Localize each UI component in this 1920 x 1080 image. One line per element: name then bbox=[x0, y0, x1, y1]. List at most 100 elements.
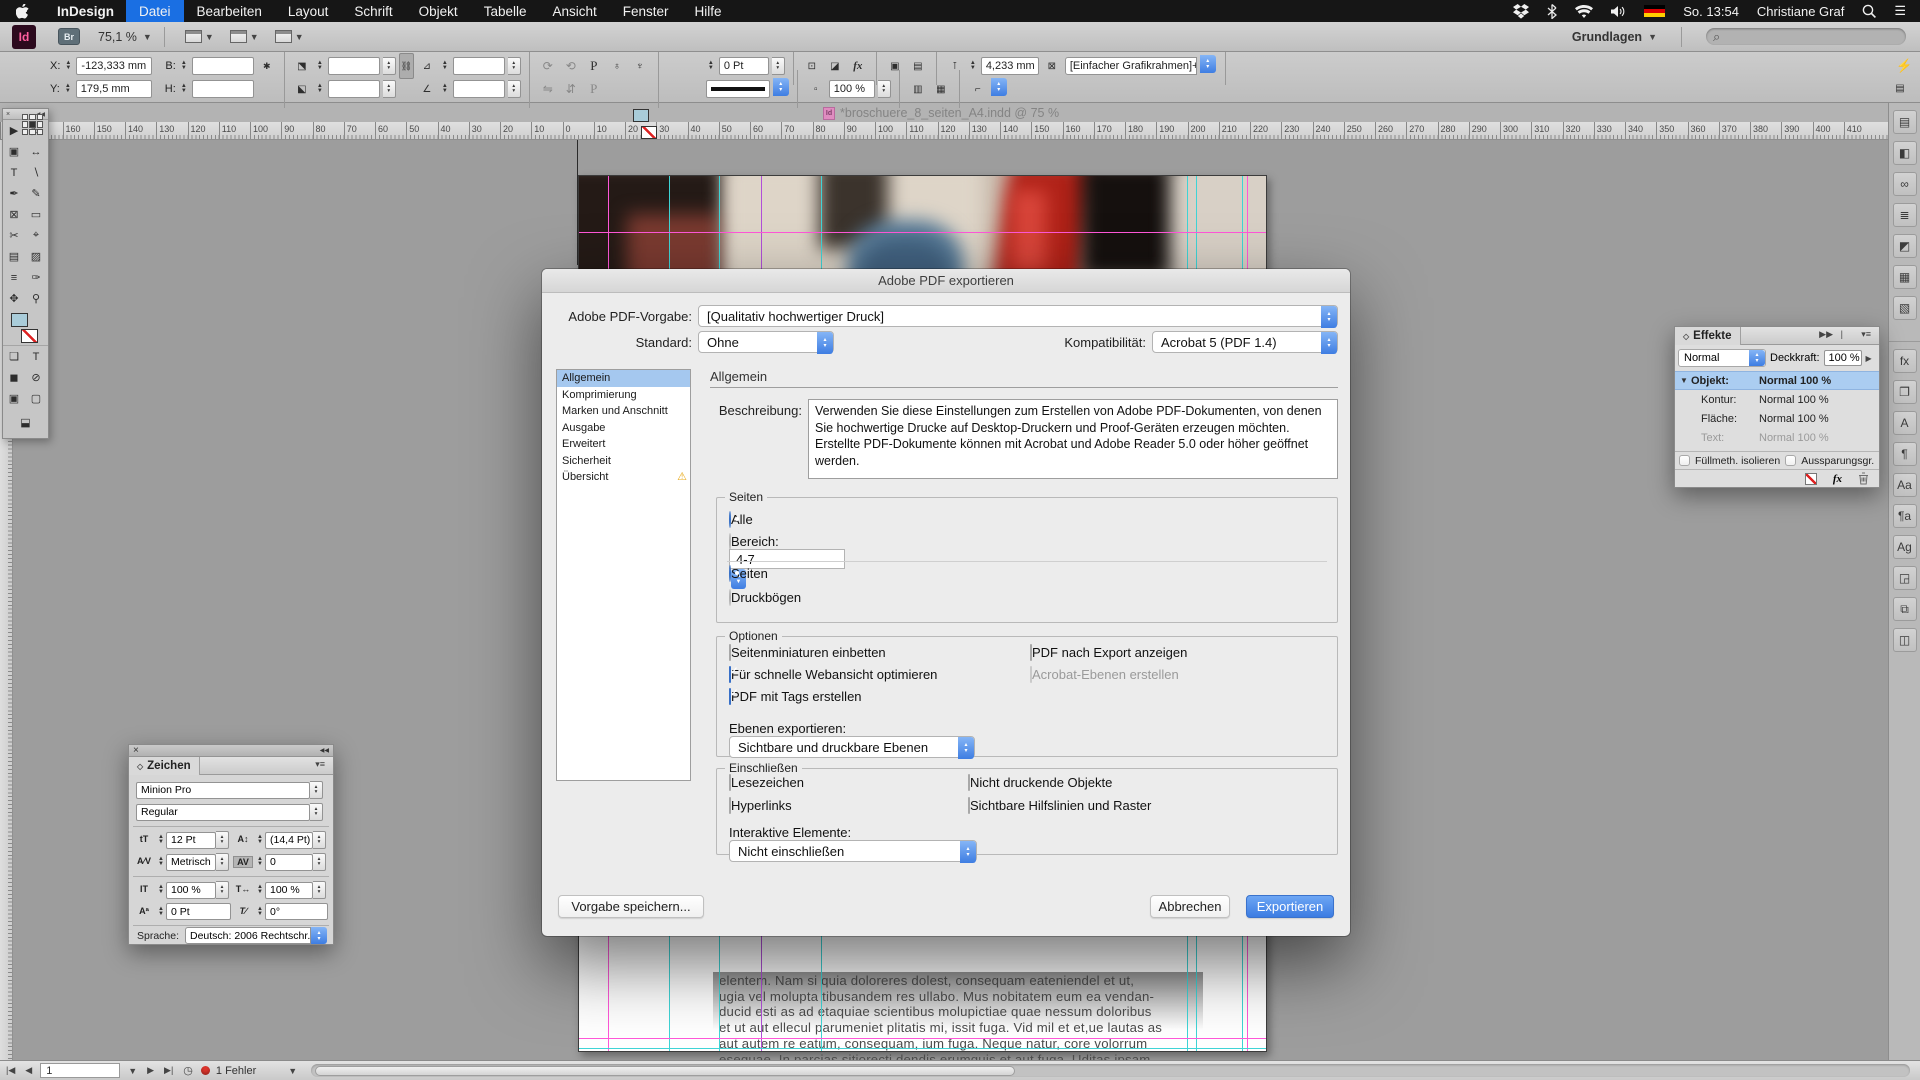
section-list-item[interactable]: Sicherheit ⚠ bbox=[557, 453, 690, 470]
font-size-field[interactable]: 12 Pt bbox=[166, 831, 216, 849]
height-field[interactable] bbox=[191, 80, 254, 98]
rotate-ccw-icon[interactable]: ⟲ bbox=[561, 56, 581, 76]
tool-button[interactable]: ✑ bbox=[25, 267, 47, 288]
tool-option-button[interactable]: ⊘ bbox=[25, 367, 47, 388]
skew-stepper[interactable]: ▲ ▼ bbox=[255, 906, 265, 917]
tool-option-button[interactable]: ◼ bbox=[3, 367, 25, 388]
vscale-spin[interactable]: ▴ ▾ bbox=[216, 881, 229, 899]
tracking-field[interactable]: 0 bbox=[265, 853, 313, 871]
effects-fx-icon[interactable]: fx bbox=[848, 56, 868, 76]
menu-item[interactable]: Ansicht bbox=[539, 0, 609, 22]
leading-spin[interactable]: ▴ ▾ bbox=[313, 831, 326, 849]
kerning-stepper[interactable]: ▲ ▼ bbox=[156, 856, 166, 867]
baseline-field[interactable]: 0 Pt bbox=[166, 903, 231, 920]
screen-mode-button[interactable]: ▼ bbox=[229, 30, 259, 43]
dropbox-icon[interactable] bbox=[1513, 3, 1530, 19]
kerning-field[interactable]: Metrisch bbox=[166, 853, 216, 871]
zoom-level-dropdown[interactable]: 75,1 % ▼ bbox=[98, 30, 152, 44]
radio-spreads[interactable] bbox=[729, 589, 731, 606]
opacity-spin[interactable]: ▴ ▾ bbox=[877, 80, 891, 98]
panel-collapse-right-icon[interactable]: ▶▶ bbox=[1819, 329, 1833, 340]
language-spin[interactable]: ▴ ▾ bbox=[311, 927, 327, 944]
arrange-documents-button[interactable]: ▼ bbox=[274, 30, 304, 43]
radio-pages[interactable] bbox=[729, 565, 731, 582]
section-list-item[interactable]: Übersicht ⚠ bbox=[557, 469, 690, 486]
opacity-flyout-icon[interactable]: ▶ bbox=[1866, 354, 1872, 363]
skew-field[interactable]: 0° bbox=[265, 903, 328, 920]
dock-panel-icon[interactable]: ⧉ bbox=[1892, 597, 1917, 621]
scale-y-field[interactable] bbox=[327, 80, 380, 98]
effects-target-row[interactable]: ▼ Fläche: Normal 100 % bbox=[1675, 409, 1879, 428]
dock-panel-icon[interactable]: ¶ bbox=[1892, 442, 1917, 466]
menu-item[interactable]: Bearbeiten bbox=[184, 0, 275, 22]
standard-dropdown[interactable]: Ohne ▴ ▾ bbox=[698, 331, 834, 354]
close-icon[interactable]: × bbox=[133, 745, 139, 756]
language-dropdown[interactable]: Deutsch: 2006 Rechtschr... bbox=[185, 927, 311, 944]
screen-mode-toggle[interactable]: ⬓ bbox=[15, 412, 37, 433]
menu-item[interactable]: Datei bbox=[126, 0, 184, 22]
font-style-field[interactable]: Regular bbox=[136, 803, 310, 821]
scale-y-spin[interactable]: ▴ ▾ bbox=[382, 80, 396, 98]
margin-guide-bottom[interactable] bbox=[579, 1038, 1266, 1039]
hscale-stepper[interactable]: ▲ ▼ bbox=[255, 884, 265, 895]
tracking-stepper[interactable]: ▲ ▼ bbox=[255, 856, 265, 867]
lightning-quick-apply-icon[interactable]: ⚡ bbox=[1896, 58, 1912, 74]
tool-option-button[interactable]: ▢ bbox=[25, 388, 47, 409]
x-position-field[interactable]: -123,333 mm bbox=[76, 57, 153, 75]
menu-item[interactable]: Fenster bbox=[610, 0, 682, 22]
font-style-spin[interactable]: ▴ ▾ bbox=[310, 803, 323, 821]
dock-panel-icon[interactable]: ◲ bbox=[1892, 566, 1917, 590]
fill-stroke-swatches[interactable] bbox=[633, 109, 663, 139]
menubar-user[interactable]: Christiane Graf bbox=[1757, 4, 1844, 19]
stroke-weight-field[interactable]: 0 Pt bbox=[718, 57, 769, 75]
y-position-field[interactable]: 179,5 mm bbox=[75, 80, 152, 98]
page-number-field[interactable]: 1 bbox=[40, 1063, 121, 1078]
scale-x-spin[interactable]: ▴ ▾ bbox=[382, 57, 396, 75]
stroke-type-dropdown[interactable] bbox=[705, 80, 770, 98]
section-list-item[interactable]: Marken und Anschnitt ⚠ bbox=[557, 403, 690, 420]
dock-panel-icon[interactable]: ❐ bbox=[1892, 380, 1917, 404]
knockout-group-checkbox[interactable] bbox=[1785, 455, 1797, 466]
shear-spin[interactable]: ▴ ▾ bbox=[507, 80, 521, 98]
interactive-elements-dropdown[interactable]: Nicht einschließen ▴ ▾ bbox=[729, 840, 977, 863]
kerning-spin[interactable]: ▴ ▾ bbox=[216, 853, 229, 871]
tool-button[interactable]: ⚲ bbox=[25, 288, 47, 309]
dock-panel-icon[interactable]: ◩ bbox=[1892, 234, 1917, 258]
horizontal-ruler[interactable]: 1801701601501401301201101009080706050403… bbox=[0, 122, 1920, 140]
stroke-swatch[interactable] bbox=[641, 126, 657, 139]
option-checkbox[interactable] bbox=[729, 666, 731, 683]
font-family-field[interactable]: Minion Pro bbox=[136, 781, 310, 799]
cancel-button[interactable]: Abbrechen bbox=[1150, 895, 1230, 918]
section-list-item[interactable]: Komprimierung ⚠ bbox=[557, 387, 690, 404]
dock-panel-icon[interactable]: ◧ bbox=[1892, 141, 1917, 165]
rotation-spin[interactable]: ▴ ▾ bbox=[507, 57, 521, 75]
wifi-icon[interactable] bbox=[1575, 4, 1594, 18]
tool-button[interactable]: ▭ bbox=[25, 204, 47, 225]
rotate-cw-icon[interactable]: ⟳ bbox=[538, 56, 558, 76]
panel-menu-icon[interactable]: ▾≡ bbox=[315, 759, 325, 770]
margin-guide-top[interactable] bbox=[579, 232, 1266, 233]
option-checkbox[interactable] bbox=[729, 688, 731, 705]
export-button[interactable]: Exportieren bbox=[1246, 895, 1334, 918]
gap-field[interactable]: 4,233 mm bbox=[980, 57, 1039, 75]
tool-button[interactable]: ↔ bbox=[25, 141, 47, 162]
tool-button[interactable]: ✎ bbox=[25, 183, 47, 204]
wrap-bounding-box-icon[interactable]: ▤ bbox=[908, 56, 928, 76]
tool-option-button[interactable]: ▣ bbox=[3, 388, 25, 409]
german-keyboard-flag-icon[interactable] bbox=[1644, 4, 1666, 18]
dock-panel-icon[interactable]: Aa bbox=[1892, 473, 1917, 497]
stroke-weight-spin[interactable]: ▴ ▾ bbox=[771, 57, 785, 75]
last-page-button[interactable]: ▶| bbox=[162, 1065, 175, 1076]
menu-item[interactable]: Tabelle bbox=[471, 0, 540, 22]
panel-menu-icon[interactable]: ▾≡ bbox=[1861, 329, 1871, 340]
section-list-item[interactable]: Ausgabe ⚠ bbox=[557, 420, 690, 437]
object-style-field[interactable]: [Einfacher Grafikrahmen]+ bbox=[1064, 57, 1197, 75]
doc-pages-icon[interactable]: ▤ bbox=[1890, 78, 1910, 98]
shear-stepper[interactable]: ▲ ▼ bbox=[440, 83, 450, 94]
tool-button[interactable]: ≡ bbox=[3, 267, 25, 288]
radio-all-pages[interactable] bbox=[729, 511, 731, 528]
tool-option-button[interactable]: ❏ bbox=[3, 346, 25, 367]
view-options-button[interactable]: ▼ bbox=[184, 30, 214, 43]
menu-item[interactable]: Schrift bbox=[341, 0, 405, 22]
tools-stroke-swatch[interactable] bbox=[21, 329, 38, 343]
